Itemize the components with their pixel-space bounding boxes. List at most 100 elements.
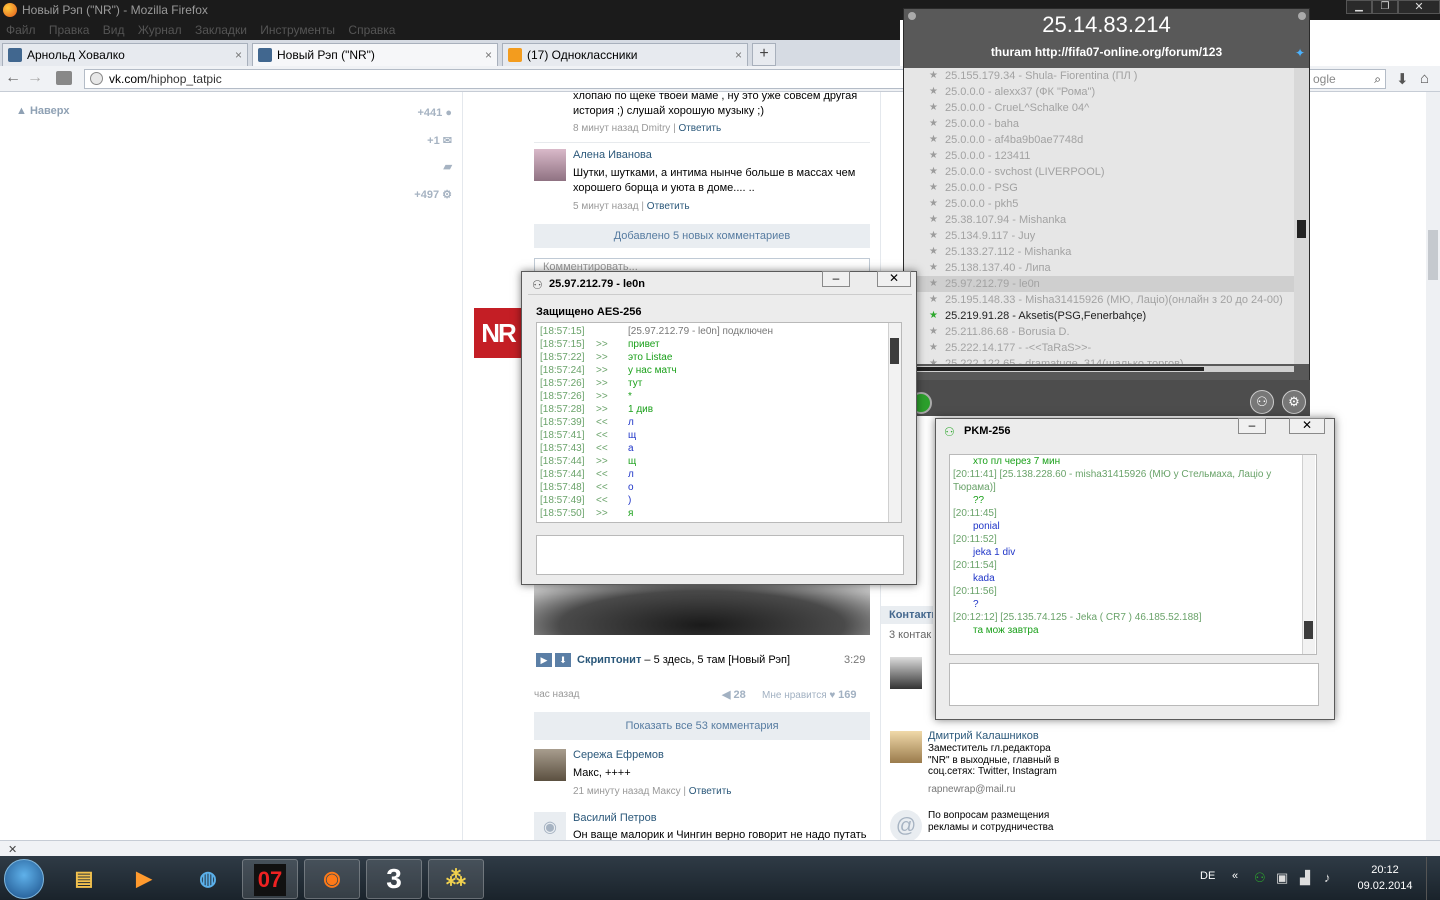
comment-author[interactable]: Сережа Ефремов	[573, 749, 664, 761]
new-tab-button[interactable]: +	[752, 43, 776, 66]
play-icon[interactable]: ▶	[536, 653, 552, 667]
home-icon[interactable]: ⌂	[1420, 70, 1429, 87]
messages-counter[interactable]: +1 ✉	[380, 134, 452, 147]
peer-item[interactable]: ★ 25.222.122.65 - dramatuge_314(шалько то…	[904, 356, 1294, 364]
chat-scrollbar-thumb[interactable]	[1304, 621, 1313, 639]
search-icon[interactable]: ⌕	[1374, 70, 1381, 88]
language-indicator[interactable]: DE	[1200, 870, 1215, 882]
contact-email[interactable]: rapnewrap@mail.ru	[928, 784, 1015, 795]
tab-new-rap[interactable]: Новый Рэп ("NR") ×	[252, 43, 498, 66]
tab-arnold[interactable]: Арнольд Ховалко ×	[2, 43, 248, 66]
download-icon[interactable]: ⬇	[555, 653, 571, 667]
forward-arrow-icon[interactable]: →	[26, 69, 44, 87]
menu-bookmarks[interactable]: Закладки	[195, 23, 247, 37]
taskbar-app3[interactable]: 3	[366, 859, 422, 899]
notifications-counter[interactable]: +497 ⚙	[380, 188, 452, 201]
peer-item[interactable]: ★ 25.138.137.40 - Липа	[904, 260, 1294, 276]
peer-item[interactable]: ★ 25.0.0.0 - af4ba9b0ae7748d	[904, 132, 1294, 148]
like-button[interactable]: Мне нравится ♥ 169	[762, 689, 856, 701]
hamachi-taskbar-icon[interactable]: ⁂	[428, 859, 484, 899]
menu-history[interactable]: Журнал	[138, 23, 182, 37]
comment-author[interactable]: Василий Петров	[573, 812, 657, 824]
back-arrow-icon[interactable]: ←	[4, 69, 22, 87]
reply-link[interactable]: Ответить	[678, 123, 721, 134]
network-icon[interactable]: ⚇	[1250, 390, 1274, 414]
menu-edit[interactable]: Правка	[49, 23, 90, 37]
peer-item[interactable]: ★ 25.211.86.68 - Borusia D.	[904, 324, 1294, 340]
peer-item[interactable]: ★ 25.134.9.117 - Juy	[904, 228, 1294, 244]
close-tab-icon[interactable]: ×	[235, 44, 242, 66]
h-scrollbar-thumb[interactable]	[904, 367, 1204, 371]
bookmarks-icon[interactable]	[56, 71, 72, 85]
new-comments-bar[interactable]: Добавлено 5 новых комментариев	[534, 224, 870, 248]
peer-scrollbar-thumb[interactable]	[1297, 220, 1306, 238]
show-desktop-button[interactable]	[1426, 857, 1440, 900]
minimize-button[interactable]: ▁	[1346, 0, 1372, 14]
close-findbar-icon[interactable]: ✕	[8, 843, 17, 856]
restore-button[interactable]: ❐	[1372, 0, 1398, 14]
search-box[interactable]: ogle ⌕	[1300, 69, 1386, 89]
scrollbar-thumb[interactable]	[1428, 230, 1438, 280]
reply-link[interactable]: Ответить	[647, 201, 690, 212]
chat-scrollbar-thumb[interactable]	[890, 338, 899, 364]
peer-item[interactable]: ★ 25.38.107.94 - Mishanka	[904, 212, 1294, 228]
share-count[interactable]: ◀ 28	[722, 688, 746, 701]
peer-item[interactable]: ★ 25.97.212.79 - le0n	[904, 276, 1294, 292]
close-tab-icon[interactable]: ×	[735, 44, 742, 66]
tab-odnoklassniki[interactable]: (17) Одноклассники ×	[502, 43, 748, 66]
contacts-header[interactable]: Контакты	[881, 606, 933, 624]
chat-message-input[interactable]	[536, 535, 904, 575]
peer-item[interactable]: ★ 25.0.0.0 - alexx37 (ФК "Рома")	[904, 84, 1294, 100]
close-tab-icon[interactable]: ×	[485, 44, 492, 66]
menu-file[interactable]: Файл	[6, 23, 36, 37]
peer-item[interactable]: ★ 25.0.0.0 - 123411	[904, 148, 1294, 164]
peer-item[interactable]: ★ 25.155.179.34 - Shula- Fiorentina (ПЛ )	[904, 68, 1294, 84]
audio-track[interactable]: Скриптонит – 5 здесь, 5 там [Новый Рэп]	[577, 654, 790, 666]
peer-item[interactable]: ★ 25.222.14.177 - -<<TaRaS>>-	[904, 340, 1294, 356]
media-player-icon[interactable]: ▶	[116, 859, 172, 899]
close-chat-button[interactable]: ✕	[1289, 418, 1325, 434]
menu-view[interactable]: Вид	[103, 23, 125, 37]
show-hidden-icons[interactable]: «	[1232, 870, 1238, 882]
peer-item[interactable]: ★ 25.0.0.0 - CrueL^Schalke 04^	[904, 100, 1294, 116]
safe-remove-icon[interactable]: ▣	[1276, 870, 1288, 886]
hamachi-tray-icon[interactable]: ⚇	[1254, 870, 1266, 886]
scroll-up-link[interactable]: ▲ Наверх	[16, 105, 69, 117]
clock-time[interactable]: 20:12	[1360, 864, 1410, 876]
peer-item[interactable]: ★ 25.195.148.33 - Misha31415926 (МЮ, Лацi…	[904, 292, 1294, 308]
minimize-chat-button[interactable]: –	[1238, 418, 1266, 434]
peer-scrollbar[interactable]	[1294, 68, 1309, 364]
url-bar[interactable]: vk.com/hiphop_tatpic	[84, 69, 904, 89]
settings-gear-icon[interactable]: ⚙	[1282, 390, 1306, 414]
comment-author[interactable]: Алена Иванова	[573, 149, 652, 161]
avatar[interactable]	[890, 731, 922, 763]
peer-item[interactable]: ★ 25.0.0.0 - PSG	[904, 180, 1294, 196]
show-all-comments-button[interactable]: Показать все 53 комментария	[534, 712, 870, 740]
peer-item[interactable]: ★ 25.0.0.0 - baha	[904, 116, 1294, 132]
signal-icon[interactable]: ▟	[1300, 870, 1310, 886]
reply-link[interactable]: Ответить	[689, 786, 732, 797]
contact-name[interactable]: Дмитрий Калашников	[928, 730, 1039, 742]
peer-item[interactable]: ★ 25.0.0.0 - svchost (LIVERPOOL)	[904, 164, 1294, 180]
star-icon[interactable]: ✦	[1295, 46, 1305, 60]
avatar[interactable]	[534, 749, 566, 781]
download-arrow-icon[interactable]: ⬇	[1396, 70, 1409, 88]
menu-tools[interactable]: Инструменты	[260, 23, 335, 37]
network-globe-icon[interactable]: ◍	[180, 859, 236, 899]
page-scrollbar[interactable]	[1426, 92, 1440, 840]
chat-message-input[interactable]	[949, 663, 1319, 706]
explorer-icon[interactable]: ▤	[56, 859, 112, 899]
taskbar-fifa07[interactable]: 07	[242, 859, 298, 899]
close-window-button[interactable]: ✕	[1398, 0, 1440, 14]
avatar[interactable]	[534, 149, 566, 181]
friends-counter[interactable]: +441 ●	[380, 107, 453, 119]
menu-help[interactable]: Справка	[348, 23, 395, 37]
peer-item[interactable]: ★ 25.133.27.112 - Mishanka	[904, 244, 1294, 260]
comments-icon[interactable]: ▰	[380, 160, 452, 173]
clock-date[interactable]: 09.02.2014	[1352, 880, 1418, 892]
minimize-chat-button[interactable]: –	[822, 271, 850, 287]
peer-item[interactable]: ★ 25.0.0.0 - pkh5	[904, 196, 1294, 212]
volume-icon[interactable]: ♪	[1324, 870, 1331, 885]
close-chat-button[interactable]: ✕	[877, 271, 911, 287]
peer-item[interactable]: ★ 25.219.91.28 - Aksetis(PSG,Fenerbahçe)	[904, 308, 1294, 324]
